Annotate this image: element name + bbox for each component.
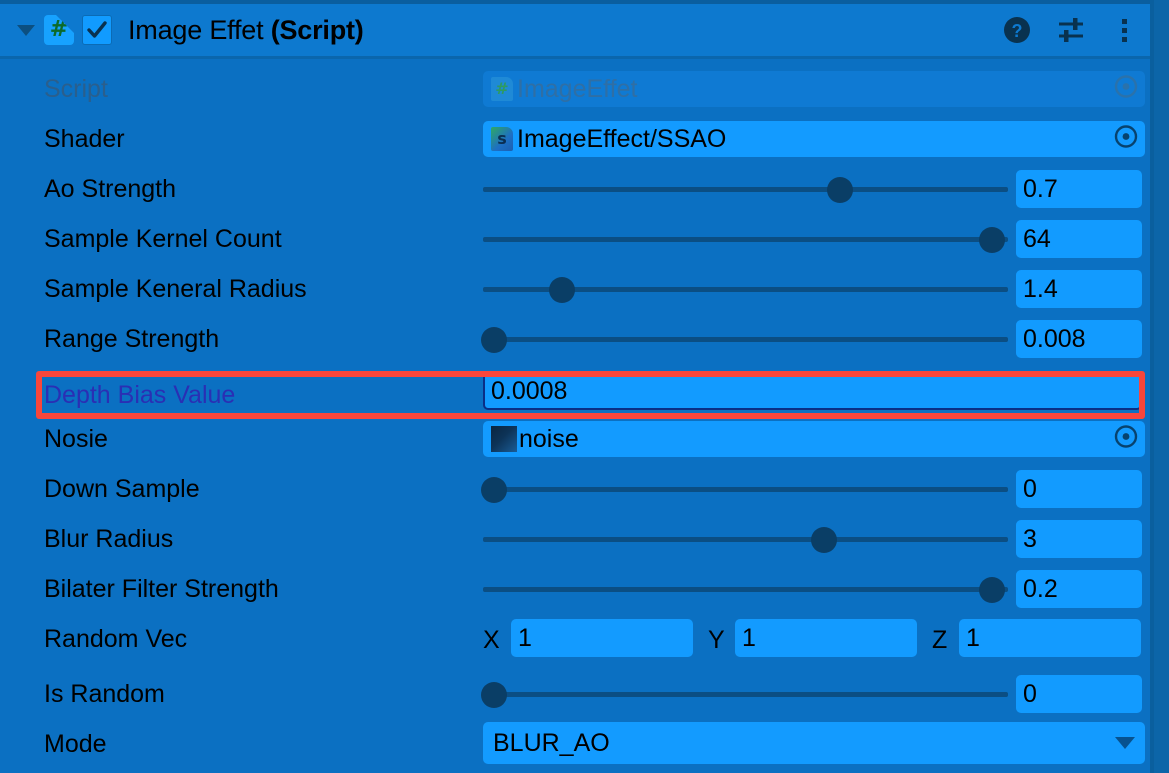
label-ao-strength: Ao Strength: [44, 174, 177, 203]
nosie-object-value: noise: [519, 424, 579, 453]
value-sample-kernel-count[interactable]: 64: [1016, 220, 1142, 258]
shader-object-field[interactable]: s ImageEffect/SSAO: [483, 121, 1145, 157]
help-icon[interactable]: ?: [1001, 14, 1033, 46]
slider-handle[interactable]: [480, 476, 507, 503]
row-depth-bias-value: Depth Bias Value 0.0008: [0, 370, 1155, 420]
label-sample-keneral-radius: Sample Keneral Radius: [44, 274, 307, 303]
header-icon-group: ?: [1001, 14, 1141, 46]
slider-handle[interactable]: [480, 681, 507, 708]
object-picker-icon[interactable]: [1113, 74, 1139, 105]
vertical-scrollbar[interactable]: [1154, 0, 1169, 773]
slider-down-sample[interactable]: [480, 476, 1008, 503]
label-mode: Mode: [44, 729, 107, 758]
inspector-panel: # Image Effet (Script) ? Script # ImageE…: [0, 0, 1169, 773]
row-script: Script # ImageEffet: [0, 64, 1155, 114]
header-divider: [0, 56, 1155, 59]
axis-label-y: Y: [708, 626, 725, 654]
row-shader: Shader s ImageEffect/SSAO: [0, 114, 1155, 164]
value-bilater-filter-strength[interactable]: 0.2: [1016, 570, 1142, 608]
label-down-sample: Down Sample: [44, 474, 200, 503]
label-script: Script: [44, 74, 108, 103]
component-name: Image Effet: [128, 14, 271, 45]
chevron-down-icon: [1115, 737, 1135, 749]
nosie-object-field[interactable]: noise: [483, 421, 1145, 457]
script-object-value: ImageEffet: [517, 74, 638, 103]
axis-label-z: Z: [932, 626, 948, 654]
label-is-random: Is Random: [44, 679, 165, 708]
input-random-vec-y[interactable]: 1: [735, 619, 917, 657]
row-nosie: Nosie noise: [0, 414, 1155, 464]
label-sample-kernel-count: Sample Kernel Count: [44, 224, 282, 253]
slider-sample-keneral-radius[interactable]: [483, 276, 1008, 303]
slider-handle[interactable]: [811, 526, 838, 553]
label-random-vec: Random Vec: [44, 624, 188, 653]
script-object-field[interactable]: # ImageEffet: [483, 71, 1145, 107]
slider-handle[interactable]: [827, 176, 853, 203]
row-sample-keneral-radius: Sample Keneral Radius 1.4: [0, 264, 1155, 314]
label-range-strength: Range Strength: [44, 324, 220, 353]
slider-range-strength[interactable]: [480, 326, 1008, 353]
more-vertical-icon[interactable]: [1109, 14, 1141, 46]
csharp-script-icon: #: [44, 15, 74, 45]
slider-handle[interactable]: [979, 576, 1006, 603]
value-sample-keneral-radius[interactable]: 1.4: [1016, 270, 1142, 308]
value-down-sample[interactable]: 0: [1016, 470, 1142, 508]
label-blur-radius: Blur Radius: [44, 524, 174, 553]
input-random-vec-x[interactable]: 1: [511, 619, 693, 657]
csharp-script-icon: #: [491, 77, 513, 101]
row-range-strength: Range Strength 0.008: [0, 314, 1155, 364]
slider-handle[interactable]: [979, 226, 1006, 253]
dropdown-mode-value: BLUR_AO: [493, 728, 610, 757]
input-depth-bias-value[interactable]: 0.0008: [483, 372, 1142, 410]
dropdown-mode[interactable]: BLUR_AO: [483, 722, 1145, 764]
shader-object-value: ImageEffect/SSAO: [517, 124, 727, 153]
object-picker-icon[interactable]: [1113, 424, 1139, 455]
row-blur-radius: Blur Radius 3: [0, 514, 1155, 564]
texture-thumbnail-icon: [491, 426, 517, 452]
row-random-vec: Random Vec X 1 Y 1 Z 1: [0, 614, 1155, 664]
label-shader: Shader: [44, 124, 125, 153]
shader-icon: s: [491, 127, 513, 151]
component-enabled-checkbox[interactable]: [82, 15, 112, 45]
slider-blur-radius[interactable]: [483, 526, 1008, 553]
component-header[interactable]: # Image Effet (Script) ?: [0, 4, 1155, 56]
value-ao-strength[interactable]: 0.7: [1016, 170, 1142, 208]
slider-handle[interactable]: [548, 276, 575, 303]
slider-ao-strength[interactable]: [483, 176, 1008, 203]
slider-handle[interactable]: [480, 326, 507, 353]
row-ao-strength: Ao Strength 0.7: [0, 164, 1155, 214]
slider-sample-kernel-count[interactable]: [483, 226, 1008, 253]
input-random-vec-z[interactable]: 1: [959, 619, 1141, 657]
slider-bilater-filter-strength[interactable]: [483, 576, 1008, 603]
slider-is-random[interactable]: [480, 681, 1008, 708]
value-is-random[interactable]: 0: [1016, 675, 1142, 713]
axis-label-x: X: [483, 626, 500, 654]
component-type: (Script): [270, 14, 364, 45]
object-picker-icon[interactable]: [1113, 124, 1139, 155]
svg-text:?: ?: [1012, 21, 1023, 41]
page-title: Image Effet (Script): [128, 15, 364, 46]
value-range-strength[interactable]: 0.008: [1016, 320, 1142, 358]
row-bilater-filter-strength: Bilater Filter Strength 0.2: [0, 564, 1155, 614]
label-bilater-filter-strength: Bilater Filter Strength: [44, 574, 279, 603]
label-depth-bias-value: Depth Bias Value: [44, 380, 236, 409]
preset-sliders-icon[interactable]: [1055, 14, 1087, 46]
row-down-sample: Down Sample 0: [0, 464, 1155, 514]
row-is-random: Is Random 0: [0, 669, 1155, 719]
row-sample-kernel-count: Sample Kernel Count 64: [0, 214, 1155, 264]
value-blur-radius[interactable]: 3: [1016, 520, 1142, 558]
row-mode: Mode BLUR_AO: [0, 719, 1155, 769]
label-nosie: Nosie: [44, 424, 108, 453]
foldout-triangle-down-icon[interactable]: [14, 18, 38, 42]
